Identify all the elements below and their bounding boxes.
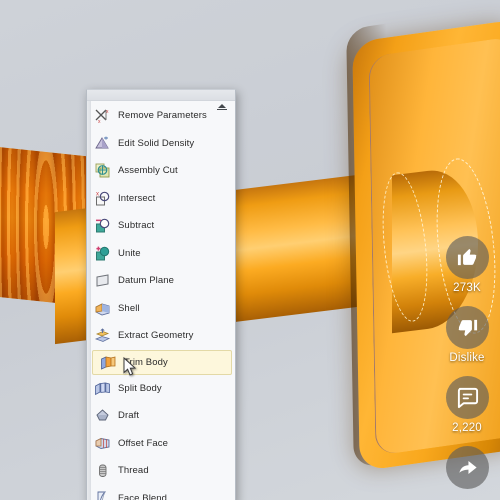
menu-item-split-body[interactable]: Split Body bbox=[87, 375, 235, 403]
shorts-action-rail: 273K Dislike 2,220 bbox=[438, 236, 496, 496]
svg-text:x: x bbox=[98, 119, 101, 124]
intersect-icon: x bbox=[94, 190, 111, 207]
menu-item-label: Split Body bbox=[118, 382, 162, 394]
menu-item-label: Shell bbox=[118, 302, 140, 314]
unite-icon bbox=[94, 245, 111, 262]
comment-icon[interactable] bbox=[445, 376, 489, 419]
face-blend-icon bbox=[94, 490, 111, 500]
cad-bolt-model bbox=[0, 0, 500, 500]
like-button[interactable]: 273K bbox=[445, 236, 489, 294]
menu-item-label: Face Blend bbox=[118, 492, 168, 500]
menu-item-face-blend[interactable]: Face Blend bbox=[87, 485, 235, 500]
menu-item-shell[interactable]: Shell bbox=[87, 295, 235, 323]
menu-item-edit-solid-density[interactable]: Edit Solid Density bbox=[87, 130, 235, 158]
menu-item-label: Offset Face bbox=[118, 437, 169, 449]
menu-item-label: Extract Geometry bbox=[118, 330, 194, 342]
menu-item-unite[interactable]: Unite bbox=[87, 240, 235, 268]
menu-item-remove-parameters[interactable]: x x Remove Parameters bbox=[87, 102, 235, 130]
menu-item-label: Intersect bbox=[118, 192, 156, 204]
subtract-icon bbox=[94, 217, 111, 234]
cad-context-menu[interactable]: x x Remove Parameters Edit Solid Density Ass… bbox=[86, 89, 236, 500]
comment-count: 2,220 bbox=[452, 422, 482, 434]
menu-item-draft[interactable]: Draft bbox=[87, 402, 235, 430]
thumbs-down-icon[interactable] bbox=[445, 306, 489, 349]
menu-item-trim-body[interactable]: Trim Body bbox=[92, 349, 232, 375]
menu-item-label: Remove Parameters bbox=[118, 110, 207, 122]
comment-button[interactable]: 2,220 bbox=[445, 376, 489, 434]
cad-menu-list: x x Remove Parameters Edit Solid Density Ass… bbox=[87, 101, 235, 500]
share-button[interactable] bbox=[445, 446, 489, 489]
menu-item-datum-plane[interactable]: Datum Plane bbox=[87, 267, 235, 295]
menu-top-bar bbox=[87, 90, 235, 101]
dislike-button[interactable]: Dislike bbox=[445, 306, 489, 364]
menu-item-assembly-cut[interactable]: Assembly Cut bbox=[87, 157, 235, 185]
draft-icon bbox=[94, 407, 111, 424]
datum-plane-icon bbox=[94, 272, 111, 289]
menu-item-subtract[interactable]: Subtract bbox=[87, 212, 235, 240]
split-body-icon bbox=[94, 380, 111, 397]
like-count: 273K bbox=[453, 282, 481, 294]
remove-parameters-icon: xx bbox=[94, 107, 111, 124]
thumbs-up-icon[interactable] bbox=[445, 236, 489, 279]
svg-text:x: x bbox=[96, 191, 99, 197]
thread-icon bbox=[94, 462, 111, 479]
trim-body-icon bbox=[100, 354, 117, 371]
menu-item-thread[interactable]: Thread bbox=[87, 457, 235, 485]
menu-item-intersect[interactable]: x Intersect bbox=[87, 185, 235, 213]
mouse-cursor-icon bbox=[123, 357, 137, 376]
menu-item-offset-face[interactable]: Offset Face bbox=[87, 430, 235, 458]
menu-item-label: Subtract bbox=[118, 220, 155, 232]
menu-item-label: Thread bbox=[118, 465, 149, 477]
assembly-cut-icon bbox=[94, 162, 111, 179]
dislike-label: Dislike bbox=[449, 352, 485, 364]
svg-text:x: x bbox=[106, 109, 109, 115]
shell-icon bbox=[94, 300, 111, 317]
scroll-up-icon[interactable] bbox=[216, 101, 228, 111]
menu-item-label: Draft bbox=[118, 410, 140, 422]
menu-item-label: Datum Plane bbox=[118, 275, 175, 287]
offset-face-icon bbox=[94, 435, 111, 452]
edit-solid-density-icon bbox=[94, 135, 111, 152]
menu-item-label: Edit Solid Density bbox=[118, 137, 195, 149]
menu-item-label: Assembly Cut bbox=[118, 165, 178, 177]
extract-geometry-icon bbox=[94, 327, 111, 344]
menu-item-extract-geometry[interactable]: Extract Geometry bbox=[87, 322, 235, 350]
share-icon[interactable] bbox=[445, 446, 489, 489]
menu-item-label: Unite bbox=[118, 247, 141, 259]
video-stage: x x Remove Parameters Edit Solid Density Ass… bbox=[0, 0, 500, 500]
